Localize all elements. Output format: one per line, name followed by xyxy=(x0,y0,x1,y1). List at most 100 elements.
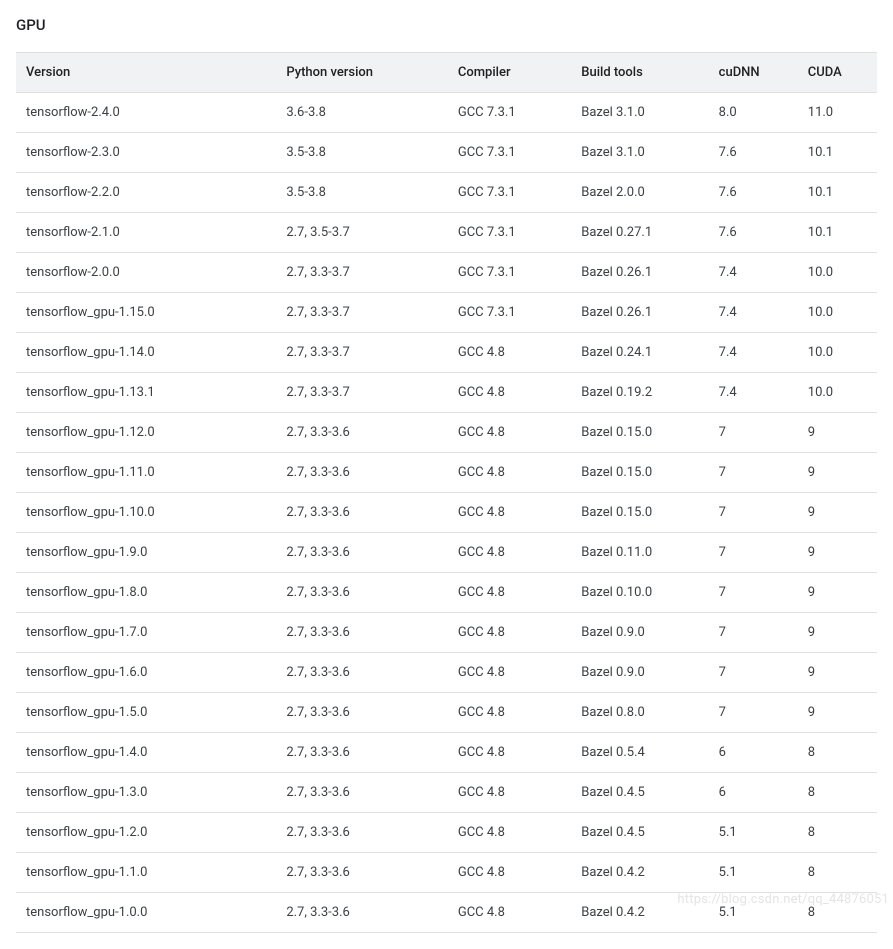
cell-compiler: GCC 4.8 xyxy=(448,613,571,653)
table-row: tensorflow_gpu-1.11.02.7, 3.3-3.6GCC 4.8… xyxy=(16,453,877,493)
table-row: tensorflow_gpu-1.12.02.7, 3.3-3.6GCC 4.8… xyxy=(16,413,877,453)
cell-cuda: 9 xyxy=(798,493,877,533)
table-row: tensorflow_gpu-1.0.02.7, 3.3-3.6GCC 4.8B… xyxy=(16,893,877,933)
table-row: tensorflow-2.3.03.5-3.8GCC 7.3.1Bazel 3.… xyxy=(16,133,877,173)
table-row: tensorflow_gpu-1.2.02.7, 3.3-3.6GCC 4.8B… xyxy=(16,813,877,853)
cell-python: 2.7, 3.3-3.7 xyxy=(276,293,448,333)
cell-cuda: 10.0 xyxy=(798,333,877,373)
cell-version: tensorflow_gpu-1.2.0 xyxy=(16,813,276,853)
cell-cudnn: 7 xyxy=(709,493,798,533)
cell-cuda: 8 xyxy=(798,853,877,893)
cell-build: Bazel 0.9.0 xyxy=(571,653,708,693)
cell-cudnn: 7 xyxy=(709,453,798,493)
cell-python: 2.7, 3.3-3.6 xyxy=(276,813,448,853)
cell-version: tensorflow_gpu-1.9.0 xyxy=(16,533,276,573)
cell-version: tensorflow_gpu-1.15.0 xyxy=(16,293,276,333)
cell-build: Bazel 2.0.0 xyxy=(571,173,708,213)
cell-python: 2.7, 3.3-3.6 xyxy=(276,573,448,613)
cell-cuda: 9 xyxy=(798,533,877,573)
table-body: tensorflow-2.4.03.6-3.8GCC 7.3.1Bazel 3.… xyxy=(16,93,877,933)
cell-version: tensorflow_gpu-1.12.0 xyxy=(16,413,276,453)
cell-version: tensorflow_gpu-1.11.0 xyxy=(16,453,276,493)
cell-cudnn: 5.1 xyxy=(709,853,798,893)
cell-cudnn: 5.1 xyxy=(709,893,798,933)
cell-version: tensorflow_gpu-1.5.0 xyxy=(16,693,276,733)
cell-compiler: GCC 7.3.1 xyxy=(448,173,571,213)
cell-compiler: GCC 4.8 xyxy=(448,813,571,853)
cell-cudnn: 6 xyxy=(709,733,798,773)
cell-cudnn: 5.1 xyxy=(709,813,798,853)
cell-cuda: 8 xyxy=(798,813,877,853)
cell-compiler: GCC 4.8 xyxy=(448,413,571,453)
cell-cuda: 9 xyxy=(798,573,877,613)
cell-version: tensorflow_gpu-1.7.0 xyxy=(16,613,276,653)
cell-cudnn: 7.4 xyxy=(709,333,798,373)
table-row: tensorflow_gpu-1.1.02.7, 3.3-3.6GCC 4.8B… xyxy=(16,853,877,893)
cell-cuda: 10.0 xyxy=(798,293,877,333)
cell-cuda: 9 xyxy=(798,453,877,493)
cell-version: tensorflow-2.4.0 xyxy=(16,93,276,133)
cell-python: 2.7, 3.3-3.6 xyxy=(276,453,448,493)
cell-build: Bazel 0.26.1 xyxy=(571,293,708,333)
cell-compiler: GCC 4.8 xyxy=(448,373,571,413)
cell-build: Bazel 3.1.0 xyxy=(571,133,708,173)
cell-compiler: GCC 7.3.1 xyxy=(448,93,571,133)
cell-compiler: GCC 7.3.1 xyxy=(448,293,571,333)
cell-cudnn: 7 xyxy=(709,533,798,573)
cell-build: Bazel 0.11.0 xyxy=(571,533,708,573)
col-header-cudnn: cuDNN xyxy=(709,53,798,93)
cell-compiler: GCC 4.8 xyxy=(448,493,571,533)
cell-build: Bazel 0.8.0 xyxy=(571,693,708,733)
cell-version: tensorflow_gpu-1.3.0 xyxy=(16,773,276,813)
table-row: tensorflow_gpu-1.15.02.7, 3.3-3.7GCC 7.3… xyxy=(16,293,877,333)
cell-python: 2.7, 3.3-3.7 xyxy=(276,253,448,293)
cell-python: 3.5-3.8 xyxy=(276,173,448,213)
cell-compiler: GCC 4.8 xyxy=(448,333,571,373)
table-header-row: Version Python version Compiler Build to… xyxy=(16,53,877,93)
cell-compiler: GCC 4.8 xyxy=(448,733,571,773)
cell-build: Bazel 0.4.5 xyxy=(571,813,708,853)
cell-build: Bazel 0.4.5 xyxy=(571,773,708,813)
cell-python: 2.7, 3.3-3.6 xyxy=(276,893,448,933)
cell-build: Bazel 0.5.4 xyxy=(571,733,708,773)
cell-build: Bazel 0.10.0 xyxy=(571,573,708,613)
cell-version: tensorflow-2.3.0 xyxy=(16,133,276,173)
cell-build: Bazel 0.27.1 xyxy=(571,213,708,253)
cell-cudnn: 7.4 xyxy=(709,253,798,293)
table-row: tensorflow-2.1.02.7, 3.5-3.7GCC 7.3.1Baz… xyxy=(16,213,877,253)
cell-cuda: 11.0 xyxy=(798,93,877,133)
cell-compiler: GCC 4.8 xyxy=(448,773,571,813)
cell-cudnn: 7 xyxy=(709,613,798,653)
cell-cudnn: 7 xyxy=(709,413,798,453)
cell-compiler: GCC 7.3.1 xyxy=(448,213,571,253)
cell-cuda: 9 xyxy=(798,693,877,733)
table-row: tensorflow_gpu-1.10.02.7, 3.3-3.6GCC 4.8… xyxy=(16,493,877,533)
cell-compiler: GCC 7.3.1 xyxy=(448,253,571,293)
cell-python: 2.7, 3.3-3.6 xyxy=(276,413,448,453)
cell-version: tensorflow_gpu-1.14.0 xyxy=(16,333,276,373)
cell-version: tensorflow-2.1.0 xyxy=(16,213,276,253)
cell-version: tensorflow_gpu-1.1.0 xyxy=(16,853,276,893)
cell-cudnn: 7.6 xyxy=(709,173,798,213)
cell-build: Bazel 3.1.0 xyxy=(571,93,708,133)
cell-build: Bazel 0.24.1 xyxy=(571,333,708,373)
cell-compiler: GCC 4.8 xyxy=(448,853,571,893)
cell-cudnn: 7.6 xyxy=(709,213,798,253)
cell-cudnn: 7.4 xyxy=(709,293,798,333)
cell-compiler: GCC 4.8 xyxy=(448,693,571,733)
cell-python: 3.6-3.8 xyxy=(276,93,448,133)
table-row: tensorflow_gpu-1.13.12.7, 3.3-3.7GCC 4.8… xyxy=(16,373,877,413)
col-header-cuda: CUDA xyxy=(798,53,877,93)
cell-version: tensorflow_gpu-1.13.1 xyxy=(16,373,276,413)
cell-cuda: 9 xyxy=(798,413,877,453)
cell-version: tensorflow_gpu-1.10.0 xyxy=(16,493,276,533)
cell-compiler: GCC 7.3.1 xyxy=(448,133,571,173)
table-row: tensorflow_gpu-1.9.02.7, 3.3-3.6GCC 4.8B… xyxy=(16,533,877,573)
cell-cudnn: 7 xyxy=(709,653,798,693)
cell-python: 2.7, 3.3-3.6 xyxy=(276,853,448,893)
cell-build: Bazel 0.4.2 xyxy=(571,853,708,893)
cell-python: 2.7, 3.3-3.7 xyxy=(276,373,448,413)
cell-cuda: 10.1 xyxy=(798,213,877,253)
cell-build: Bazel 0.9.0 xyxy=(571,613,708,653)
cell-cuda: 10.0 xyxy=(798,373,877,413)
